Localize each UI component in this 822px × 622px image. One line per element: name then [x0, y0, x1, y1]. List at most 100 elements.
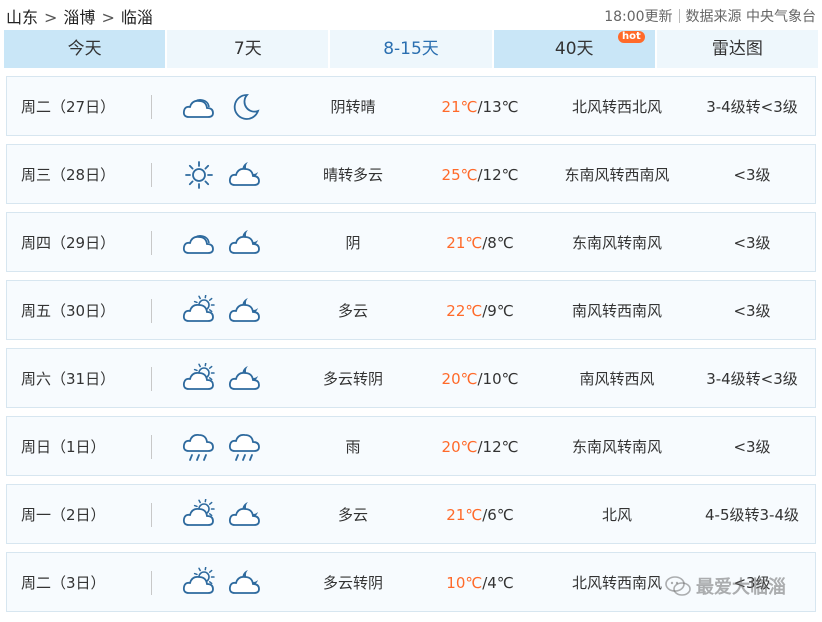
row-divider [151, 231, 152, 255]
weather-icons [181, 145, 263, 205]
cloud-moon-icon [227, 363, 263, 395]
cloud-moon-icon [227, 159, 263, 191]
tab-label: 7天 [233, 39, 262, 59]
cloudy-icon [181, 91, 217, 123]
wind-force: 4-5级转3-4级 [705, 506, 799, 524]
weather-description: 多云转阴 [322, 574, 383, 592]
wind-direction: 南风转西风 [579, 370, 655, 388]
day-label: 周一（2日） [21, 506, 106, 524]
low-temp: /12℃ [477, 438, 519, 456]
wind-direction: 东南风转南风 [571, 438, 662, 456]
data-source: 数据来源 中央气象台 [685, 9, 816, 25]
watermark-text: 最爱大临淄 [696, 577, 786, 598]
breadcrumb-province[interactable]: 山东 [6, 8, 38, 27]
sun-icon [181, 159, 217, 191]
forecast-row: 周六（31日） 多云转阴 20℃/10℃ 南风转西风 3-4级转<3级 [6, 348, 816, 408]
cloudy-icon [181, 227, 217, 259]
row-divider [151, 95, 152, 119]
wind-force: <3级 [733, 438, 771, 456]
temperature: 25℃/12℃ [425, 145, 535, 205]
hot-badge: hot [618, 31, 645, 43]
tab-7-days[interactable]: 7天 [167, 30, 329, 68]
row-divider [151, 299, 152, 323]
weather-description: 多云 [337, 506, 368, 524]
breadcrumb-city[interactable]: 淄博 [63, 8, 95, 27]
day-label: 周五（30日） [21, 302, 116, 320]
temperature: 21℃/8℃ [425, 213, 535, 273]
temperature: 20℃/10℃ [425, 349, 535, 409]
low-temp: /12℃ [477, 166, 519, 184]
high-temp: 25℃ [441, 166, 478, 184]
temperature: 20℃/12℃ [425, 417, 535, 477]
rain-icon [181, 431, 217, 463]
low-temp: /8℃ [482, 234, 514, 252]
weather-description: 雨 [345, 438, 361, 456]
weather-description: 多云 [337, 302, 368, 320]
forecast-tabs: 今天 7天 8-15天 40天 hot 雷达图 [4, 30, 819, 68]
wind-direction: 北风转西北风 [571, 98, 662, 116]
partly-cloudy-icon [181, 363, 217, 395]
row-divider [151, 163, 152, 187]
day-label: 周日（1日） [21, 438, 106, 456]
row-divider [151, 503, 152, 527]
weather-icons [181, 349, 263, 409]
top-bar: 山东 > 淄博 > 临淄 18:00更新 数据来源 中央气象台 [0, 0, 822, 30]
tab-8-15-days[interactable]: 8-15天 [330, 30, 492, 68]
watermark: 最爱大临淄 [664, 572, 786, 600]
breadcrumb-separator: > [101, 8, 115, 27]
wechat-icon [665, 576, 691, 596]
high-temp: 10℃ [446, 574, 483, 592]
forecast-row: 周一（2日） 多云 21℃/6℃ 北风 4-5级转3-4级 [6, 484, 816, 544]
row-divider [151, 435, 152, 459]
cloud-moon-icon [227, 499, 263, 531]
day-label: 周二（27日） [21, 98, 116, 116]
wind-force: <3级 [733, 234, 771, 252]
forecast-row: 周四（29日） 阴 21℃/8℃ 东南风转南风 <3级 [6, 212, 816, 272]
high-temp: 21℃ [446, 506, 483, 524]
wind-force: <3级 [733, 166, 771, 184]
wind-direction: 北风 [601, 506, 632, 524]
wind-force: 3-4级转<3级 [706, 370, 798, 388]
weather-icons [181, 553, 263, 613]
breadcrumb-district[interactable]: 临淄 [121, 8, 153, 27]
weather-icons [181, 485, 263, 545]
cloud-moon-icon [227, 227, 263, 259]
breadcrumb: 山东 > 淄博 > 临淄 [6, 4, 153, 28]
tab-40-days[interactable]: 40天 hot [493, 30, 655, 68]
weather-description: 阴 [345, 234, 361, 252]
day-label: 周二（3日） [21, 574, 106, 592]
tab-label: 今天 [67, 39, 102, 59]
day-label: 周四（29日） [21, 234, 116, 252]
weather-description: 阴转晴 [330, 98, 376, 116]
partly-cloudy-icon [181, 295, 217, 327]
weather-description: 晴转多云 [322, 166, 383, 184]
weather-icons [181, 77, 263, 137]
update-time: 18:00更新 [604, 9, 673, 25]
wind-force: <3级 [733, 302, 771, 320]
partly-cloudy-icon [181, 567, 217, 599]
cloud-moon-icon [227, 295, 263, 327]
row-divider [151, 367, 152, 391]
breadcrumb-separator: > [44, 8, 58, 27]
tab-label: 雷达图 [711, 39, 763, 59]
tab-today[interactable]: 今天 [4, 30, 166, 68]
tab-label: 8-15天 [383, 39, 439, 59]
low-temp: /6℃ [482, 506, 514, 524]
cloud-moon-icon [227, 567, 263, 599]
forecast-row: 周三（28日） 晴转多云 25℃/12℃ 东南风转西南风 <3级 [6, 144, 816, 204]
meta-divider [678, 9, 680, 23]
day-label: 周六（31日） [21, 370, 116, 388]
forecast-row: 周二（27日） 阴转晴 21℃/13℃ 北风转西北风 3-4级转<3级 [6, 76, 816, 136]
high-temp: 20℃ [441, 438, 478, 456]
tab-label: 40天 [554, 39, 594, 59]
temperature: 10℃/4℃ [425, 553, 535, 613]
weather-icons [181, 417, 263, 477]
high-temp: 22℃ [446, 302, 483, 320]
tab-radar[interactable]: 雷达图 [656, 30, 819, 68]
weather-description: 多云转阴 [322, 370, 383, 388]
forecast-row: 周五（30日） 多云 22℃/9℃ 南风转西南风 <3级 [6, 280, 816, 340]
day-label: 周三（28日） [21, 166, 116, 184]
high-temp: 21℃ [441, 98, 478, 116]
weather-icons [181, 281, 263, 341]
wind-force: 3-4级转<3级 [706, 98, 798, 116]
